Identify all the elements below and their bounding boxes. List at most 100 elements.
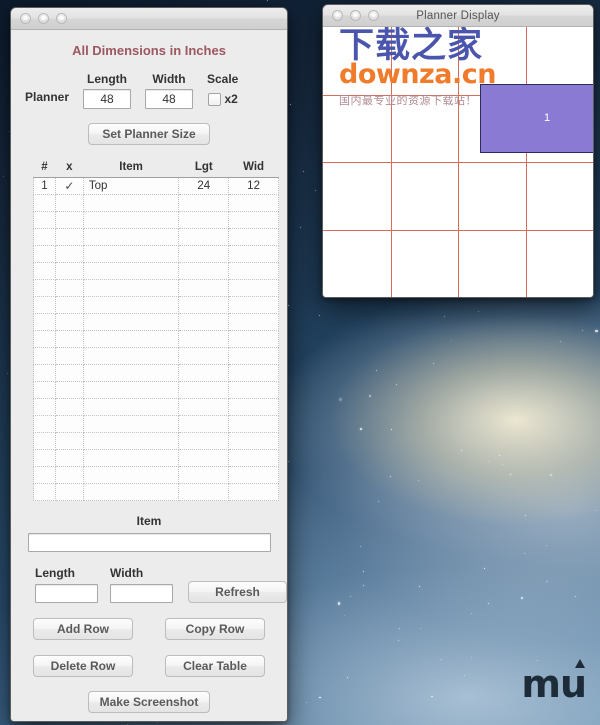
- table-row[interactable]: [33, 347, 279, 365]
- cell-length[interactable]: [178, 211, 230, 229]
- cell-number[interactable]: [33, 194, 56, 212]
- cell-checkbox[interactable]: [54, 398, 84, 416]
- planner-piece[interactable]: 1: [479, 83, 593, 153]
- planner-close-button-icon[interactable]: [332, 10, 343, 21]
- cell-width[interactable]: [228, 330, 279, 348]
- cell-number[interactable]: [33, 279, 56, 297]
- table-row[interactable]: 1 ✓ Top 24 12: [33, 177, 279, 195]
- cell-number[interactable]: [33, 466, 56, 484]
- cell-width[interactable]: [228, 466, 279, 484]
- cell-length[interactable]: [178, 381, 230, 399]
- add-row-button[interactable]: Add Row: [33, 618, 133, 640]
- scale-checkbox[interactable]: [207, 92, 221, 106]
- cell-width[interactable]: [228, 313, 279, 331]
- cell-number[interactable]: [33, 245, 56, 263]
- controls-window[interactable]: All Dimensions in Inches Planner Length …: [10, 7, 288, 722]
- entry-length-input[interactable]: [35, 584, 98, 603]
- cell-item[interactable]: [82, 364, 180, 382]
- cell-item[interactable]: [82, 330, 180, 348]
- cell-item[interactable]: [82, 347, 180, 365]
- cell-number[interactable]: 1: [33, 177, 56, 195]
- cell-width[interactable]: [228, 415, 279, 433]
- cell-length[interactable]: [178, 449, 230, 467]
- cell-checkbox[interactable]: [54, 330, 84, 348]
- table-row[interactable]: [33, 211, 279, 229]
- cell-number[interactable]: [33, 330, 56, 348]
- close-button-icon[interactable]: [20, 13, 31, 24]
- cell-length[interactable]: [178, 330, 230, 348]
- cell-number[interactable]: [33, 347, 56, 365]
- table-row[interactable]: [33, 228, 279, 246]
- table-row[interactable]: [33, 364, 279, 382]
- make-screenshot-button[interactable]: Make Screenshot: [88, 691, 210, 713]
- cell-length[interactable]: [178, 313, 230, 331]
- cell-item[interactable]: [82, 313, 180, 331]
- cell-width[interactable]: [228, 449, 279, 467]
- cell-width[interactable]: [228, 279, 279, 297]
- cell-length[interactable]: [178, 483, 230, 501]
- cell-length[interactable]: [178, 398, 230, 416]
- planner-minimize-button-icon[interactable]: [350, 10, 361, 21]
- cell-item[interactable]: [82, 296, 180, 314]
- cell-checkbox[interactable]: [54, 228, 84, 246]
- cell-checkbox[interactable]: [54, 296, 84, 314]
- cell-length[interactable]: [178, 296, 230, 314]
- table-row[interactable]: [33, 279, 279, 297]
- cell-checkbox[interactable]: [54, 449, 84, 467]
- minimize-button-icon[interactable]: [38, 13, 49, 24]
- cell-item[interactable]: [82, 245, 180, 263]
- cell-item[interactable]: [82, 194, 180, 212]
- cell-width[interactable]: [228, 228, 279, 246]
- table-row[interactable]: [33, 381, 279, 399]
- items-table[interactable]: # x Item Lgt Wid 1 ✓ Top 24 12: [33, 161, 279, 501]
- cell-width[interactable]: [228, 194, 279, 212]
- cell-checkbox[interactable]: [54, 381, 84, 399]
- cell-number[interactable]: [33, 296, 56, 314]
- table-row[interactable]: [33, 262, 279, 280]
- cell-item[interactable]: [82, 262, 180, 280]
- cell-item[interactable]: [82, 466, 180, 484]
- cell-length[interactable]: [178, 194, 230, 212]
- cell-checkbox[interactable]: [54, 347, 84, 365]
- cell-width[interactable]: [228, 364, 279, 382]
- cell-length[interactable]: [178, 415, 230, 433]
- clear-table-button[interactable]: Clear Table: [165, 655, 265, 677]
- scale-checkbox-row[interactable]: x2: [207, 89, 238, 109]
- cell-length[interactable]: [178, 262, 230, 280]
- table-row[interactable]: [33, 449, 279, 467]
- cell-width[interactable]: [228, 262, 279, 280]
- cell-item[interactable]: [82, 398, 180, 416]
- cell-width[interactable]: [228, 381, 279, 399]
- planner-zoom-button-icon[interactable]: [368, 10, 379, 21]
- cell-length[interactable]: [178, 432, 230, 450]
- cell-item[interactable]: Top: [82, 177, 180, 195]
- table-row[interactable]: [33, 432, 279, 450]
- cell-checkbox[interactable]: ✓: [54, 177, 84, 195]
- cell-number[interactable]: [33, 228, 56, 246]
- window-traffic-lights[interactable]: [20, 13, 67, 24]
- set-planner-size-button[interactable]: Set Planner Size: [88, 123, 210, 145]
- cell-checkbox[interactable]: [54, 211, 84, 229]
- cell-number[interactable]: [33, 381, 56, 399]
- cell-checkbox[interactable]: [54, 194, 84, 212]
- cell-length[interactable]: [178, 466, 230, 484]
- table-row[interactable]: [33, 313, 279, 331]
- cell-width[interactable]: [228, 245, 279, 263]
- cell-item[interactable]: [82, 279, 180, 297]
- table-row[interactable]: [33, 194, 279, 212]
- table-row[interactable]: [33, 330, 279, 348]
- planner-length-input[interactable]: [83, 89, 131, 109]
- cell-number[interactable]: [33, 398, 56, 416]
- planner-traffic-lights[interactable]: [332, 10, 379, 21]
- items-table-body[interactable]: 1 ✓ Top 24 12: [33, 177, 279, 501]
- cell-width[interactable]: [228, 483, 279, 501]
- cell-width[interactable]: [228, 347, 279, 365]
- checkmark-icon[interactable]: ✓: [64, 179, 74, 193]
- cell-width[interactable]: 12: [228, 177, 279, 195]
- cell-item[interactable]: [82, 228, 180, 246]
- entry-width-input[interactable]: [110, 584, 173, 603]
- cell-item[interactable]: [82, 381, 180, 399]
- cell-length[interactable]: 24: [178, 177, 230, 195]
- cell-checkbox[interactable]: [54, 415, 84, 433]
- cell-width[interactable]: [228, 296, 279, 314]
